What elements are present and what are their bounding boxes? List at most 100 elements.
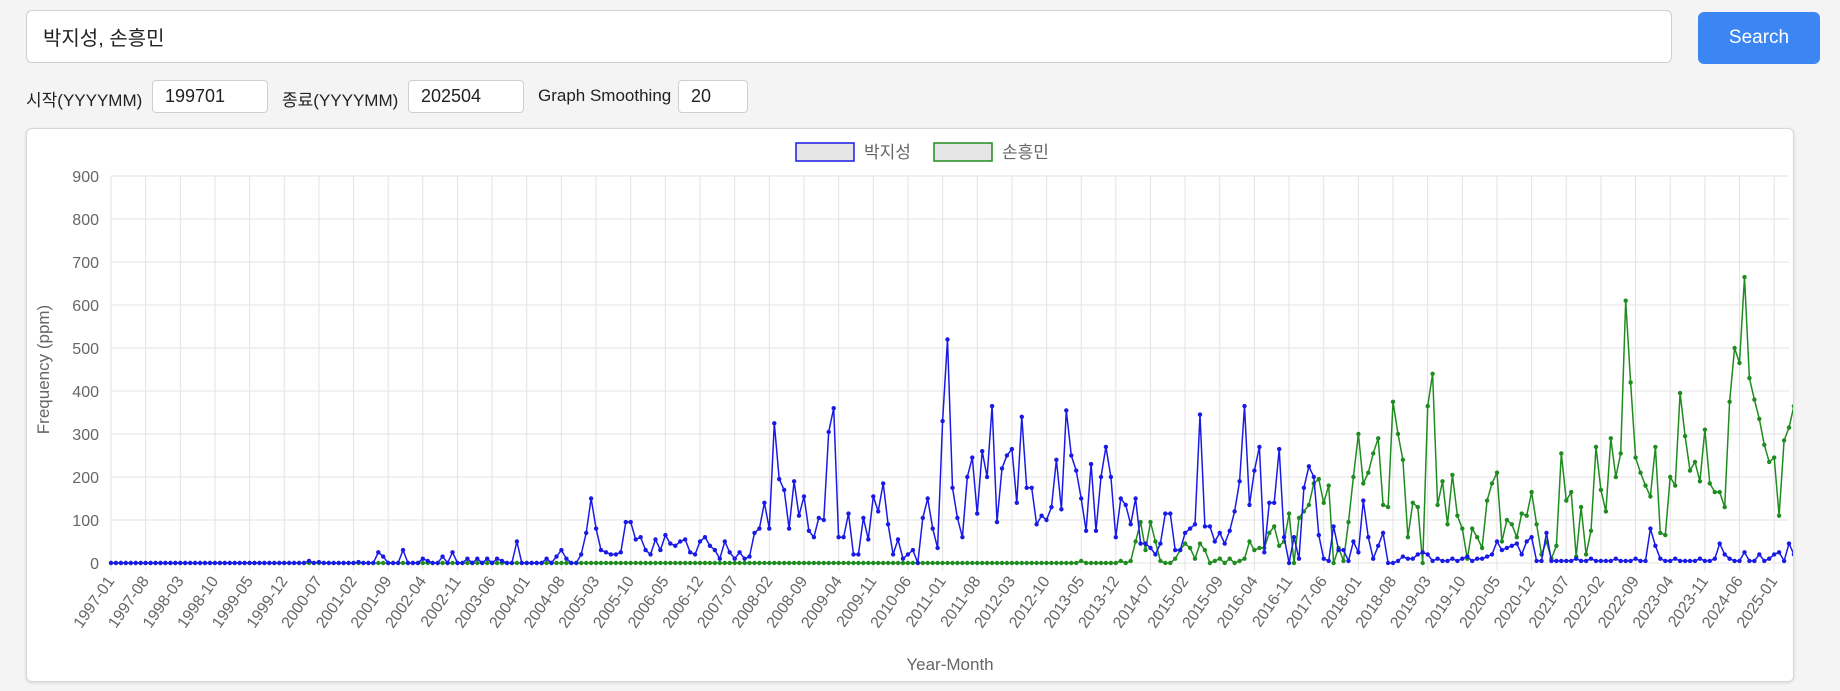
data-point bbox=[1207, 560, 1213, 566]
data-point bbox=[1415, 552, 1421, 557]
data-point bbox=[1569, 489, 1574, 495]
data-point bbox=[1628, 380, 1633, 385]
data-point bbox=[1405, 535, 1411, 540]
data-point bbox=[549, 560, 554, 566]
data-point bbox=[277, 560, 282, 566]
data-point bbox=[1554, 558, 1559, 564]
smoothing-input[interactable] bbox=[678, 80, 748, 113]
data-point bbox=[653, 560, 658, 566]
data-point bbox=[1786, 425, 1792, 430]
data-point bbox=[786, 560, 792, 566]
data-point bbox=[791, 479, 797, 484]
data-point bbox=[638, 535, 643, 540]
series-line bbox=[111, 339, 1793, 565]
data-point bbox=[1049, 560, 1054, 566]
data-point bbox=[1519, 511, 1524, 516]
search-input[interactable] bbox=[26, 10, 1672, 63]
data-point bbox=[524, 560, 529, 566]
data-point bbox=[747, 560, 752, 566]
start-label: 시작(YYYYMM) bbox=[26, 91, 143, 110]
data-point bbox=[148, 560, 153, 566]
data-point bbox=[811, 535, 817, 540]
data-point bbox=[1222, 560, 1227, 566]
data-point bbox=[529, 560, 534, 566]
data-point bbox=[950, 485, 955, 490]
data-point bbox=[440, 554, 445, 559]
data-point bbox=[841, 535, 846, 540]
data-point bbox=[420, 556, 425, 561]
data-point bbox=[1544, 530, 1549, 536]
data-point bbox=[1658, 530, 1663, 536]
data-point bbox=[1633, 455, 1638, 460]
data-point bbox=[1687, 468, 1693, 473]
data-point bbox=[202, 560, 208, 566]
data-point bbox=[1039, 513, 1044, 518]
end-date-input[interactable] bbox=[408, 80, 524, 113]
data-point bbox=[1158, 558, 1163, 564]
data-point bbox=[579, 560, 584, 566]
data-point bbox=[381, 554, 386, 559]
data-point bbox=[1504, 545, 1510, 551]
data-point bbox=[1435, 556, 1440, 561]
data-point bbox=[163, 560, 168, 566]
data-point bbox=[1499, 539, 1505, 544]
data-point bbox=[984, 474, 990, 480]
data-point bbox=[1074, 468, 1079, 473]
data-point bbox=[1326, 558, 1331, 564]
data-point bbox=[1677, 558, 1683, 564]
data-point bbox=[1182, 541, 1188, 546]
data-point bbox=[747, 554, 752, 559]
data-point bbox=[1356, 550, 1361, 555]
data-point bbox=[1272, 500, 1277, 505]
data-point bbox=[1653, 543, 1658, 548]
data-point bbox=[1682, 558, 1688, 564]
data-point bbox=[1430, 371, 1435, 376]
data-point bbox=[1742, 274, 1747, 280]
search-button[interactable]: Search bbox=[1698, 12, 1820, 64]
data-point bbox=[1470, 526, 1475, 531]
data-point bbox=[623, 519, 628, 525]
data-point bbox=[1752, 558, 1757, 564]
data-point bbox=[465, 556, 470, 561]
start-date-input[interactable] bbox=[152, 80, 268, 113]
data-point bbox=[1103, 560, 1109, 566]
data-point bbox=[1371, 556, 1376, 561]
data-point bbox=[356, 559, 361, 565]
data-point bbox=[1064, 408, 1069, 413]
data-point bbox=[999, 560, 1005, 566]
data-point bbox=[539, 560, 544, 566]
data-point bbox=[1668, 558, 1673, 564]
data-point bbox=[1395, 558, 1401, 564]
data-point bbox=[420, 560, 425, 566]
data-point bbox=[588, 560, 594, 566]
data-point bbox=[1791, 552, 1793, 557]
data-point bbox=[1529, 489, 1534, 495]
data-point bbox=[1727, 556, 1732, 561]
data-point bbox=[1252, 547, 1257, 553]
data-point bbox=[247, 560, 252, 566]
data-point bbox=[410, 560, 416, 566]
data-point bbox=[1390, 560, 1396, 566]
data-point bbox=[1361, 498, 1366, 503]
data-point bbox=[450, 560, 455, 566]
data-point bbox=[1108, 560, 1114, 566]
data-point bbox=[1138, 541, 1143, 546]
data-point bbox=[1420, 550, 1425, 555]
data-point bbox=[153, 560, 158, 566]
data-point bbox=[1311, 474, 1317, 480]
data-point bbox=[1702, 427, 1708, 432]
data-point bbox=[1227, 528, 1232, 533]
data-point bbox=[1757, 552, 1762, 557]
data-point bbox=[801, 560, 807, 566]
data-point bbox=[1767, 556, 1772, 561]
data-point bbox=[712, 547, 718, 553]
data-point bbox=[1039, 560, 1044, 566]
data-point bbox=[1430, 558, 1435, 564]
data-point bbox=[772, 421, 777, 426]
data-point bbox=[1242, 556, 1247, 561]
data-point bbox=[173, 560, 178, 566]
data-point bbox=[925, 560, 930, 566]
data-point bbox=[1356, 431, 1361, 437]
data-point bbox=[668, 541, 673, 546]
data-point bbox=[1455, 513, 1460, 518]
